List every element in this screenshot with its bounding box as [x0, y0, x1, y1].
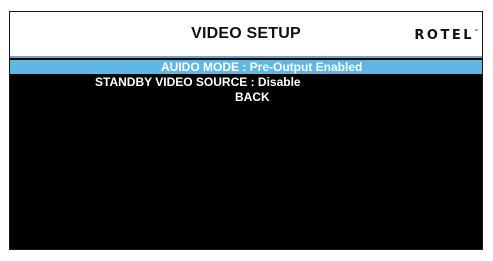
osd-screen: VIDEO SETUP ROTEL™ AUIDO MODE : Pre-Outp… [9, 11, 483, 250]
menu-item-label: AUIDO MODE [161, 60, 239, 74]
menu-item-separator: : [247, 75, 258, 89]
header-bar: VIDEO SETUP ROTEL™ [10, 12, 482, 58]
page-title: VIDEO SETUP [191, 25, 301, 42]
menu-item-back[interactable]: BACK [10, 90, 482, 104]
menu-item-audio-mode[interactable]: AUIDO MODE : Pre-Output Enabled [10, 60, 482, 74]
menu-item-label: STANDBY VIDEO SOURCE [95, 75, 248, 89]
rotel-logo: ROTEL™ [414, 28, 479, 43]
menu-item-label: BACK [235, 90, 270, 104]
menu-item-text: AUIDO MODE : Pre-Output Enabled [161, 60, 362, 74]
menu-item-standby-video-source[interactable]: STANDBY VIDEO SOURCE : Disable [10, 75, 482, 89]
menu-item-text: STANDBY VIDEO SOURCE : Disable [95, 75, 301, 89]
menu-item-value: Pre-Output Enabled [249, 60, 363, 74]
logo-text: ROTEL [414, 28, 474, 43]
menu-item-separator: : [239, 60, 250, 74]
trademark-mark: ™ [474, 29, 479, 35]
menu-item-value: Disable [257, 75, 301, 89]
